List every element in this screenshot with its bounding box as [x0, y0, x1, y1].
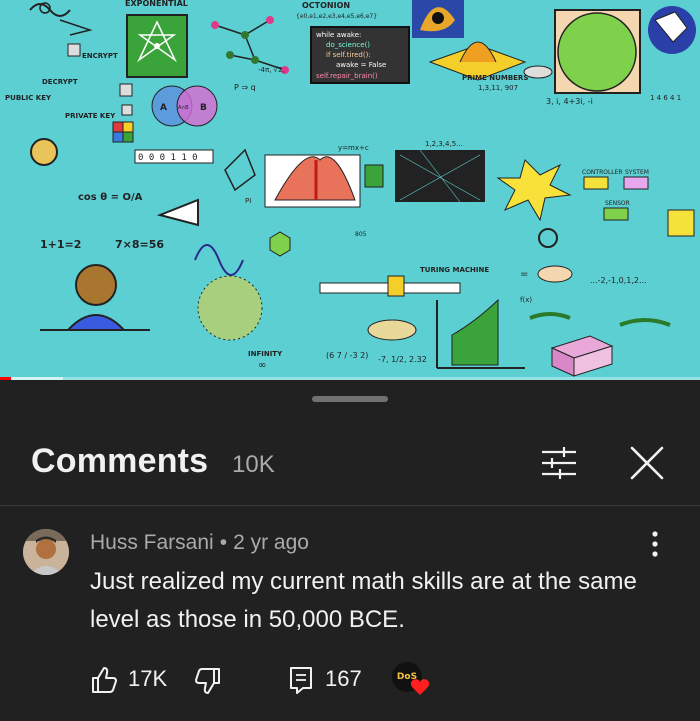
doodle-octonion-basis: {e0,e1,e2,e3,e4,e5,e6,e7} [296, 13, 377, 20]
venn-a: A [160, 103, 167, 113]
reply-count: 167 [325, 666, 362, 691]
doodle-minus-pi: -4π, √2, [258, 66, 285, 74]
doodle-matrix: (6 7 / -3 2) [326, 351, 368, 360]
comment-author[interactable]: Huss Farsani [90, 531, 214, 554]
doodle-complex: 3, i, 4+3i, -i [546, 97, 593, 106]
code-line-1: while awake: [316, 31, 361, 39]
like-button[interactable] [90, 660, 118, 700]
doodle-rationals: -7, 1/2, 2.32 [378, 355, 427, 364]
math-doodle-illustration: EXPONENTIAL ENCRYPT DECRYPT PUBLIC KEY P… [5, 0, 696, 377]
doodle-turing: TURING MACHINE [420, 266, 489, 274]
drag-handle[interactable] [312, 396, 388, 402]
comment-options-button[interactable] [645, 529, 665, 559]
meta-separator: • [219, 531, 228, 554]
doodle-infinity: INFINITY [248, 350, 283, 358]
comment-timestamp: 2 yr ago [233, 531, 309, 554]
code-line-4: awake = False [336, 61, 386, 69]
svg-text:∞: ∞ [258, 360, 266, 371]
tune-icon [542, 447, 576, 479]
doodle-sensor: SENSOR [605, 200, 630, 207]
sort-filter-button[interactable] [538, 442, 580, 484]
doodle-exponential: EXPONENTIAL [125, 0, 188, 8]
doodle-octonion: OCTONION [302, 1, 350, 10]
doodle-primes-list: 1,3,11, 907 [478, 84, 518, 92]
comment-meta: Huss Farsani • 2 yr ago [90, 531, 309, 555]
doodle-one-plus-one: 1+1=2 [40, 238, 81, 251]
comment-item: Huss Farsani • 2 yr ago Just realized my c… [0, 507, 700, 721]
doodle-counting: 1,2,3,4,5... [425, 140, 463, 148]
thumbs-up-icon [92, 667, 117, 693]
doodle-ymx: y=mx+c [338, 144, 369, 152]
doodle-private-key: PRIVATE KEY [65, 112, 116, 120]
code-line-5: self.repair_brain() [316, 72, 378, 80]
doodle-controller: CONTROLLER [582, 169, 623, 176]
doodle-seven-eight: 7×8=56 [115, 238, 164, 251]
comments-count: 10K [232, 451, 275, 478]
code-line-3: if self.tired(): [326, 51, 371, 59]
video-player[interactable]: EXPONENTIAL ENCRYPT DECRYPT PUBLIC KEY P… [0, 0, 700, 380]
comments-title: Comments [31, 442, 209, 480]
avatar[interactable] [23, 529, 69, 575]
creator-heart-badge: DoS [392, 660, 432, 700]
venn-b: B [200, 103, 207, 113]
reply-icon [290, 667, 312, 694]
doodle-decrypt: DECRYPT [42, 78, 78, 86]
code-line-2: do_science() [326, 41, 370, 49]
reply-button[interactable] [288, 660, 318, 700]
heart-icon [410, 679, 430, 695]
comment-text: Just realized my current math skills are… [90, 568, 637, 633]
doodle-p-implies-q: P ⇒ q [234, 83, 256, 92]
comments-header: Comments 10K [0, 420, 700, 506]
more-vert-icon [652, 531, 658, 557]
doodle-system: SYSTEM [625, 169, 649, 176]
doodle-pascal: 1 4 6 4 1 [650, 94, 681, 102]
venn-ab: A∩B [178, 105, 189, 111]
doodle-public-key: PUBLIC KEY [5, 94, 52, 102]
svg-text:=: = [520, 269, 528, 280]
like-count: 17K [128, 666, 168, 691]
doodle-pi: PI [245, 197, 251, 205]
close-icon [630, 446, 664, 480]
doodle-binary: 0 0 0 1 1 0 [138, 153, 198, 163]
close-button[interactable] [626, 442, 668, 484]
comments-sheet: Comments 10K Huss Farsani • 2 yr ago Jus… [0, 380, 700, 721]
dislike-button[interactable] [194, 660, 224, 700]
comment-actions: 17K 167 DoS [90, 660, 670, 700]
doodle-integers: ...-2,-1,0,1,2... [590, 276, 647, 285]
doodle-fx: f(x) [520, 296, 532, 304]
svg-text:805: 805 [355, 231, 367, 238]
doodle-prime-numbers: PRIME NUMBERS [462, 74, 528, 82]
doodle-encrypt: ENCRYPT [82, 52, 118, 60]
doodle-cos: cos θ = O/A [78, 192, 143, 203]
thumbs-down-icon [195, 668, 220, 694]
